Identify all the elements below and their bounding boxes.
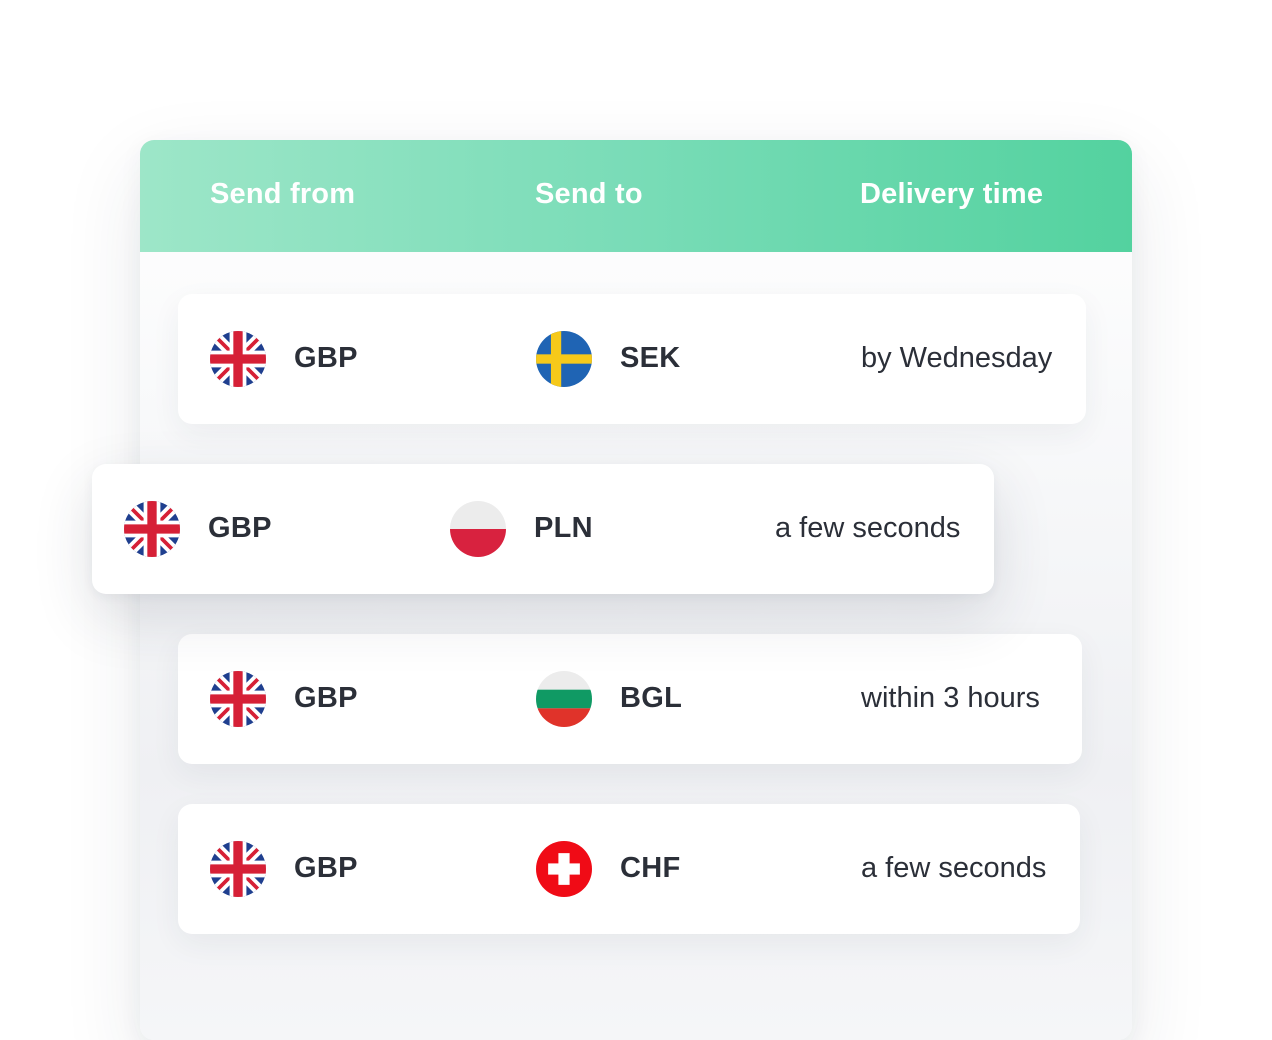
table-row: GBP CHF a few seconds: [178, 804, 1080, 934]
delivery-time: a few seconds: [775, 512, 961, 544]
send-to-currency: BGL: [620, 682, 683, 714]
table-header: Send from Send to Delivery time: [140, 140, 1132, 252]
send-from-currency: GBP: [294, 682, 358, 714]
delivery-time: a few seconds: [861, 852, 1047, 884]
table-row: GBP PLN a few seconds: [92, 464, 994, 594]
column-header-send-from: Send from: [210, 178, 356, 210]
bulgaria-flag-icon: [536, 671, 592, 727]
send-from-currency: GBP: [294, 852, 358, 884]
table-row: GBP BGL within 3 hours: [178, 634, 1082, 764]
table-row: GBP SEK by Wednesday: [178, 294, 1086, 424]
send-to-currency: PLN: [534, 512, 593, 544]
column-header-send-to: Send to: [535, 178, 643, 210]
send-from-currency: GBP: [208, 512, 272, 544]
column-header-delivery-time: Delivery time: [860, 178, 1044, 210]
uk-flag-icon: [124, 501, 180, 557]
delivery-time: by Wednesday: [861, 342, 1053, 374]
delivery-time: within 3 hours: [861, 682, 1040, 714]
send-to-currency: CHF: [620, 852, 681, 884]
sweden-flag-icon: [536, 331, 592, 387]
uk-flag-icon: [210, 841, 266, 897]
send-to-currency: SEK: [620, 342, 681, 374]
uk-flag-icon: [210, 671, 266, 727]
uk-flag-icon: [210, 331, 266, 387]
poland-flag-icon: [450, 501, 506, 557]
send-from-currency: GBP: [294, 342, 358, 374]
switzerland-flag-icon: [536, 841, 592, 897]
